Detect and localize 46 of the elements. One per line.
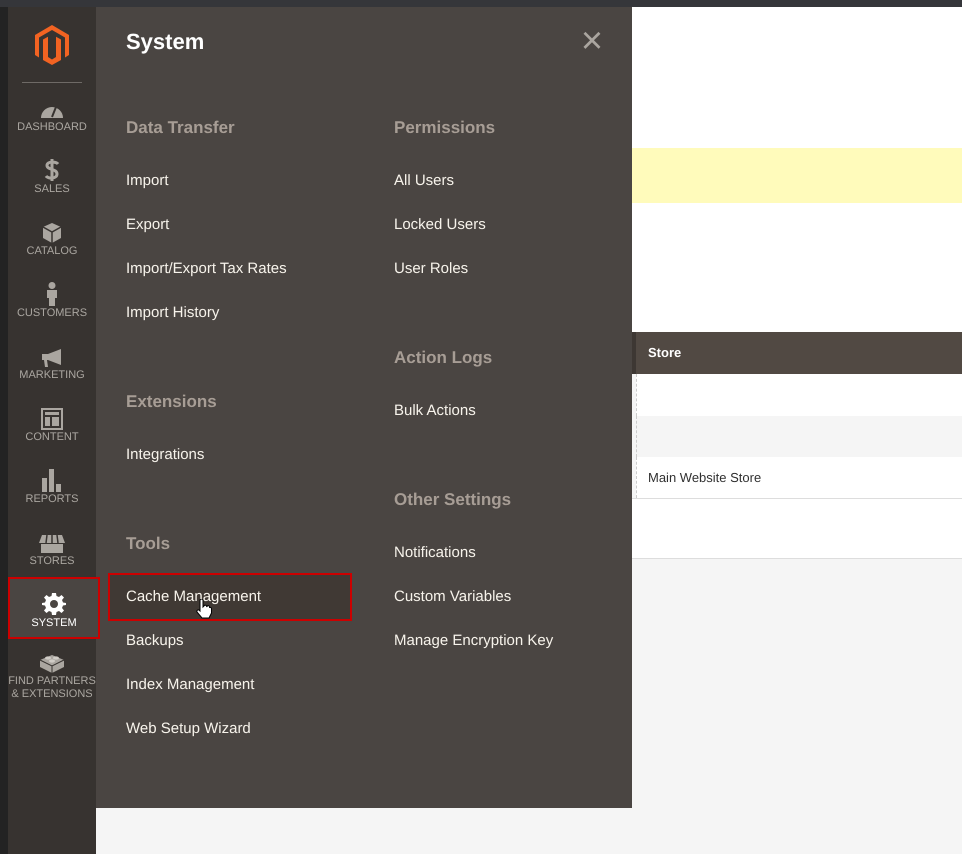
- sidebar-item[interactable]: CONTENT: [8, 393, 96, 455]
- menu-item[interactable]: Index Management: [126, 663, 254, 707]
- menu-item[interactable]: Web Setup Wizard: [126, 707, 251, 751]
- menu-item[interactable]: Backups: [126, 619, 184, 663]
- gear-icon: [42, 592, 66, 616]
- menu-item[interactable]: Manage Encryption Key: [394, 619, 554, 663]
- menu-item[interactable]: Import: [126, 159, 169, 203]
- section-heading: Other Settings: [394, 489, 512, 512]
- section-heading: Data Transfer: [126, 117, 235, 140]
- sidebar-item[interactable]: SYSTEM: [8, 577, 100, 639]
- sidebar-item[interactable]: MARKETING: [8, 331, 96, 393]
- section-heading: Permissions: [394, 117, 496, 140]
- menu-item[interactable]: Import History: [126, 291, 220, 335]
- sidebar-item[interactable]: CUSTOMERS: [8, 269, 96, 331]
- store-icon: [39, 534, 65, 554]
- logo-icon[interactable]: [35, 25, 69, 65]
- sidebar-item[interactable]: DASHBOARD: [8, 83, 96, 145]
- menu-item[interactable]: Custom Variables: [394, 575, 512, 619]
- menu-item[interactable]: User Roles: [394, 247, 468, 291]
- menu-item[interactable]: Export: [126, 203, 170, 247]
- menu-title: System: [126, 28, 204, 56]
- section-heading: Extensions: [126, 391, 217, 414]
- brick-icon: [39, 652, 65, 674]
- sidebar-item[interactable]: STORES: [8, 517, 96, 579]
- dollar-icon: [44, 158, 60, 182]
- menu-item[interactable]: Import/Export Tax Rates: [126, 247, 287, 291]
- column-header[interactable]: Store: [636, 332, 682, 374]
- sidebar-item[interactable]: REPORTS: [8, 455, 96, 517]
- bar-chart-icon: [41, 468, 63, 492]
- section-heading: Tools: [126, 533, 170, 556]
- menu-item[interactable]: Cache Management: [108, 573, 352, 621]
- sidebar-item[interactable]: SALES: [8, 145, 96, 207]
- layout-icon: [41, 408, 63, 430]
- sidebar-item[interactable]: FIND PARTNERS & EXTENSIONS: [8, 639, 96, 701]
- menu-item[interactable]: All Users: [394, 159, 454, 203]
- table-cell-text: Main Website Store: [648, 468, 762, 487]
- megaphone-icon: [40, 348, 64, 368]
- menu-item[interactable]: Integrations: [126, 433, 204, 477]
- section-heading: Action Logs: [394, 347, 492, 370]
- menu-item[interactable]: Bulk Actions: [394, 389, 476, 433]
- box-icon: [42, 222, 62, 244]
- menu-item[interactable]: Locked Users: [394, 203, 486, 247]
- sidebar-item[interactable]: CATALOG: [8, 207, 96, 269]
- person-icon: [46, 282, 58, 306]
- close-button[interactable]: ×: [580, 26, 604, 56]
- menu-item[interactable]: Notifications: [394, 531, 476, 575]
